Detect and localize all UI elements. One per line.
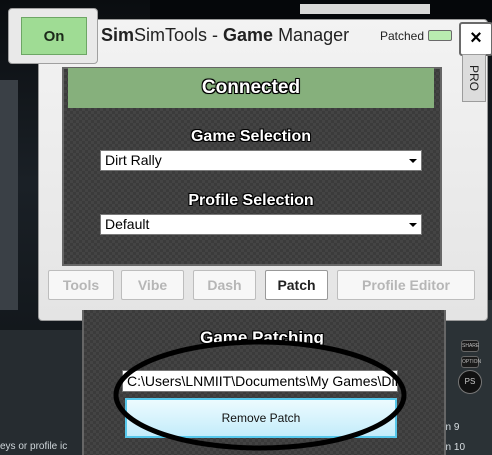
tab-tools[interactable]: Tools — [48, 270, 114, 300]
profile-selection-dropdown[interactable]: Default — [100, 214, 422, 235]
profile-selection-value: Default — [105, 216, 150, 232]
game-selection-label: Game Selection — [190, 128, 312, 145]
tab-dash[interactable]: Dash — [193, 270, 256, 300]
patched-indicator — [428, 30, 452, 41]
chevron-down-icon — [409, 223, 417, 227]
chevron-down-icon — [409, 159, 417, 163]
background-top-strip — [150, 0, 492, 20]
power-toggle-frame: On — [8, 8, 98, 64]
tab-profile-editor[interactable]: Profile Editor — [337, 270, 475, 300]
close-button[interactable]: × — [459, 22, 492, 56]
title-part: Manager — [273, 25, 350, 45]
profile-selection-label: Profile Selection — [188, 192, 314, 209]
game-selection-dropdown[interactable]: Dirt Rally — [100, 150, 422, 171]
patched-label: Patched — [380, 29, 425, 43]
connection-status: Connected — [68, 68, 434, 108]
tab-vibe[interactable]: Vibe — [121, 270, 184, 300]
game-path-field[interactable]: C:\Users\LNMIIT\Documents\My Games\DiRT … — [122, 370, 398, 392]
options-button-icon: OPTION — [461, 356, 481, 368]
background-left-lower-panel — [0, 330, 90, 455]
power-on-button[interactable]: On — [21, 17, 87, 55]
ps-button-icon: PS — [458, 370, 482, 394]
pro-tab[interactable]: PRO — [462, 54, 486, 102]
tab-patch[interactable]: Patch — [265, 270, 328, 300]
title-emphasis: Game — [223, 25, 274, 45]
patch-section-title: Game Patching — [200, 328, 324, 347]
window-title: SimSimTools - Game Manager — [101, 25, 349, 46]
share-button-icon: SHARE — [461, 340, 479, 352]
game-selection-value: Dirt Rally — [105, 152, 162, 168]
title-brand: Sim — [101, 25, 135, 45]
background-left-panel — [0, 80, 18, 310]
title-part: SimTools - — [134, 25, 224, 45]
remove-patch-button[interactable]: Remove Patch — [125, 398, 397, 438]
background-hint-text: eys or profile ic — [0, 441, 68, 452]
